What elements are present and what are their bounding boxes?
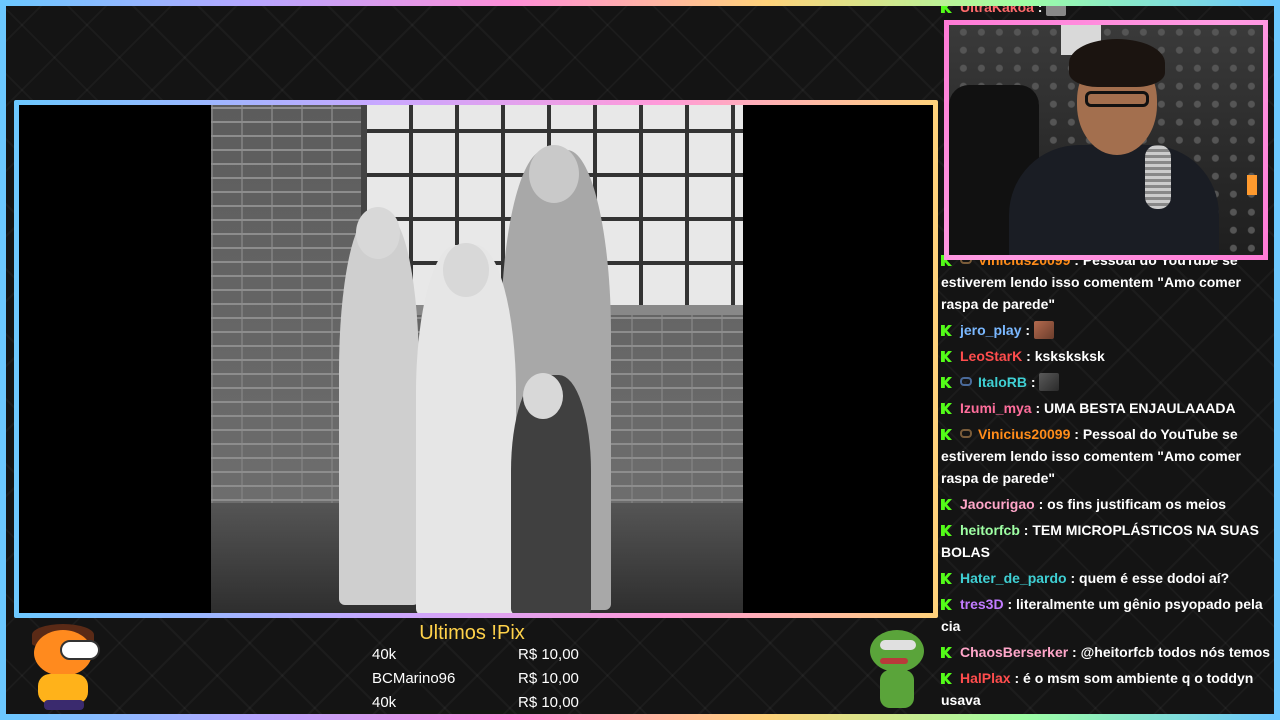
webcam-frame (944, 20, 1268, 260)
emote-icon (1039, 373, 1060, 391)
chat-username[interactable]: Izumi_mya (960, 400, 1032, 416)
kick-icon (941, 573, 952, 584)
head-man (529, 145, 579, 203)
chat-message: Izumi_mya : UMA BESTA ENJAULAAADA (941, 397, 1271, 419)
chat-message: Hater_de_pardo : quem é esse dodoi aí? (941, 567, 1271, 589)
chat-separator: : (1019, 522, 1033, 538)
webcam-feed (949, 25, 1263, 255)
kick-icon (941, 499, 952, 510)
streamer-body (1009, 145, 1219, 255)
chat-username[interactable]: LeoStarK (960, 348, 1022, 364)
kick-icon (941, 673, 952, 684)
chat-username[interactable]: ItaloRB (978, 374, 1027, 390)
chat-message: Vinicius20099 : Pessoal do YouTube se es… (941, 423, 1271, 489)
kick-icon (941, 599, 952, 610)
chat-message: HalPlax : é o msm som ambiente q o toddy… (941, 667, 1271, 711)
chat-message: tres3D : literalmente um gênio psyopado … (941, 593, 1271, 637)
pix-amount: R$ 10,00 (518, 670, 579, 687)
chat-username[interactable]: HalPlax (960, 670, 1011, 686)
head-woman (356, 207, 400, 259)
chat-separator: : (1027, 374, 1040, 390)
chat-message: ChaosBerserker : @heitorfcb todos nós te… (941, 641, 1271, 663)
head-boy (443, 243, 489, 297)
frog-mouth (880, 658, 908, 664)
chat-separator: : (1033, 0, 1047, 15)
chat-username[interactable]: Jaocurigao (960, 496, 1035, 512)
emote-icon (1046, 0, 1067, 16)
chat-separator: : (1031, 400, 1045, 416)
chat-text: os fins justificam os meios (1047, 496, 1227, 512)
chat-message: ItaloRB : (941, 371, 1271, 393)
person-woman (339, 215, 419, 605)
chat-message: heitorfcb : TEM MICROPLÁSTICOS NA SUAS B… (941, 519, 1271, 563)
microphone-icon (1145, 145, 1171, 209)
chat-separator: : (1068, 644, 1081, 660)
chat-separator: : (1022, 348, 1035, 364)
video-player-frame (14, 100, 938, 618)
chat-username[interactable]: tres3D (960, 596, 1004, 612)
chat-separator: : (1021, 322, 1034, 338)
emote-icon (1033, 321, 1054, 339)
lamp (1247, 175, 1257, 195)
frog-head (870, 630, 924, 672)
chat-username[interactable]: heitorfcb (960, 522, 1020, 538)
kick-icon (941, 2, 952, 13)
streamer-hair (1069, 39, 1165, 87)
chat-separator: : (1034, 496, 1048, 512)
glasses-icon (1085, 91, 1149, 107)
chat-separator: : (1070, 426, 1083, 442)
person-boy (416, 245, 516, 613)
chat-text: quem é esse dodoi aí? (1079, 570, 1230, 586)
chat-separator: : (1003, 596, 1017, 612)
kick-icon (941, 403, 952, 414)
kick-icon (941, 325, 952, 336)
video-player[interactable] (19, 105, 933, 613)
kick-icon (941, 377, 952, 388)
pix-donor: 40k (372, 694, 397, 711)
pix-amount: R$ 10,00 (518, 694, 579, 711)
subscriber-badge-icon (960, 429, 972, 438)
kick-icon (941, 525, 952, 536)
chat-username[interactable]: jero_play (960, 322, 1021, 338)
chat-text: ksksksksk (1034, 348, 1105, 364)
chat-message: UltraKakoa : (941, 0, 1271, 18)
chat-message: jero_play : (941, 319, 1271, 341)
pepe-frog-icon (866, 626, 928, 710)
frog-body (880, 670, 914, 708)
pix-title: Ultimos !Pix (419, 622, 525, 644)
pix-donor: BCMarino96 (372, 670, 456, 687)
kick-icon (941, 429, 952, 440)
chat-message: LeoStarK : ksksksksk (941, 345, 1271, 367)
pix-amount: R$ 10,00 (518, 646, 579, 663)
chat-text: @heitorfcb todos nós temos (1080, 644, 1271, 660)
pix-donor: 40k (372, 646, 397, 663)
chat-username[interactable]: ChaosBerserker (960, 644, 1068, 660)
chat-message: Jaocurigao : os fins justificam os meios (941, 493, 1271, 515)
chat-separator: : (1066, 570, 1080, 586)
family-photo (211, 105, 743, 613)
subscriber-badge-icon (960, 377, 972, 386)
frog-eyes (880, 640, 916, 650)
mascot-legs (44, 700, 84, 710)
chat-text: UMA BESTA ENJAULAAADA (1044, 400, 1236, 416)
kick-icon (941, 351, 952, 362)
chat-username[interactable]: UltraKakoa (960, 0, 1034, 15)
chat-username[interactable]: Hater_de_pardo (960, 570, 1067, 586)
kick-icon (941, 647, 952, 658)
head-child (523, 373, 563, 419)
chat-username[interactable]: Vinicius20099 (978, 426, 1070, 442)
chat-separator: : (1010, 670, 1024, 686)
